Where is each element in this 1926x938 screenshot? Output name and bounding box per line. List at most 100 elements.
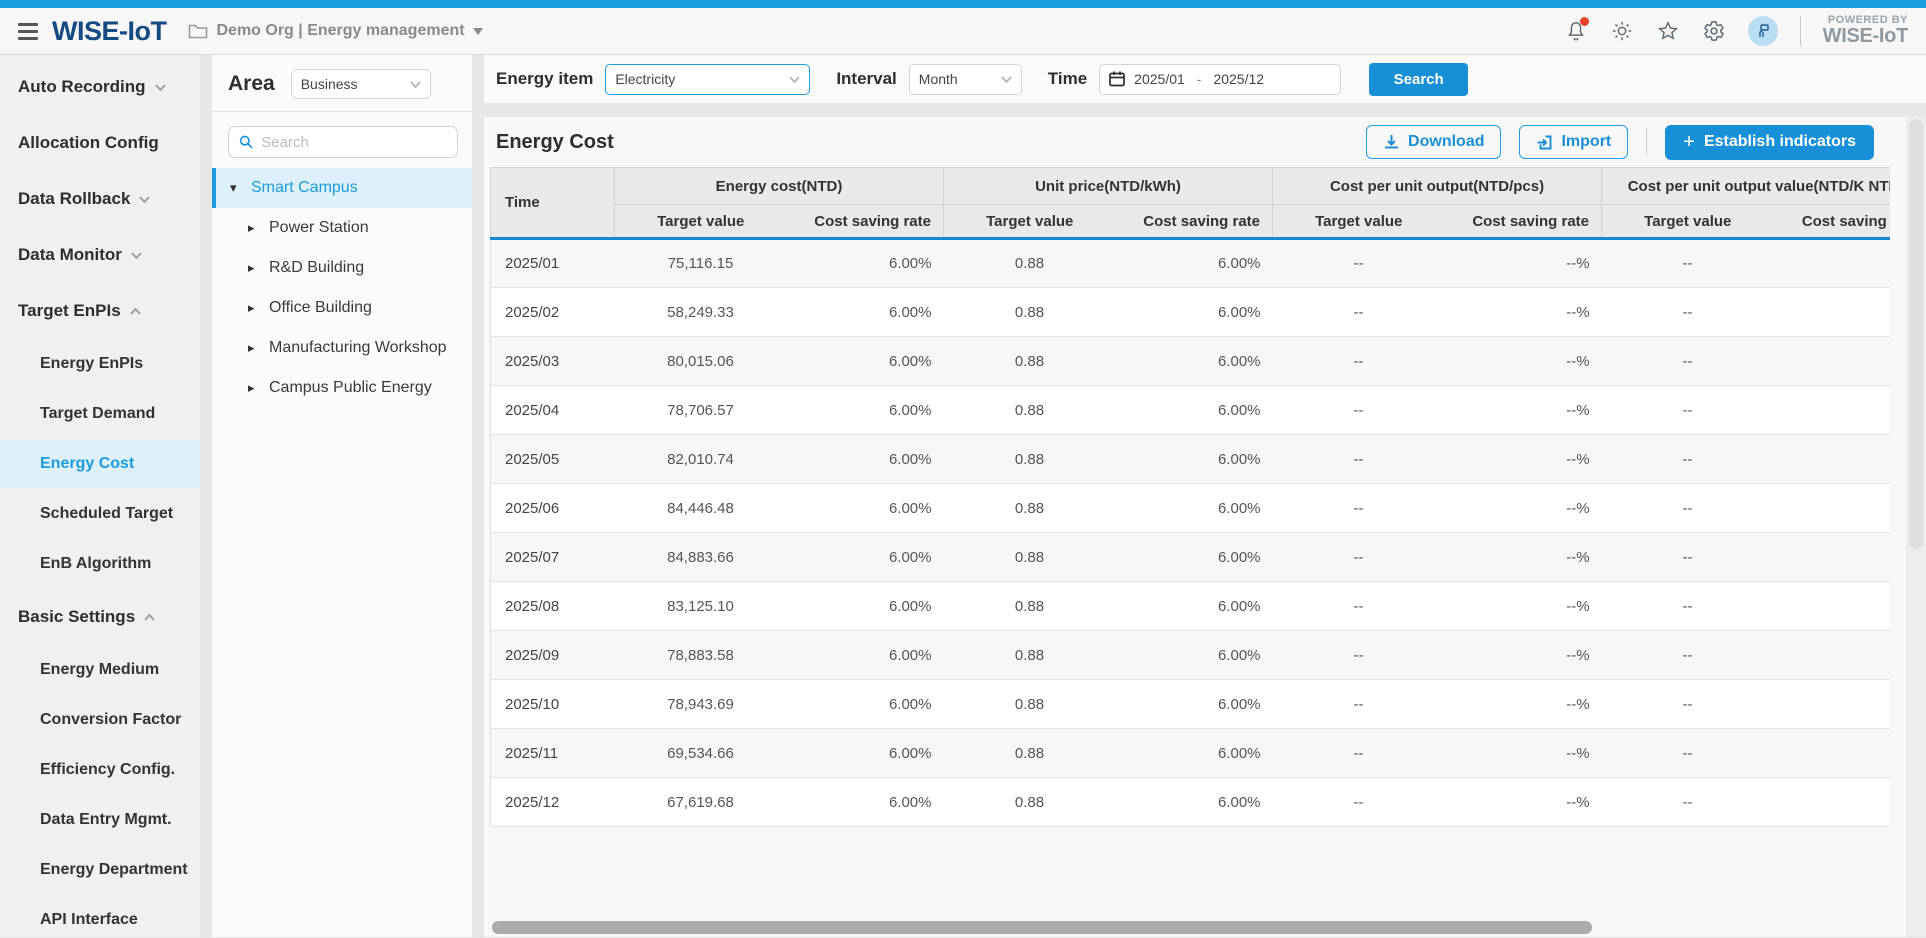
tree-node-label: Manufacturing Workshop xyxy=(269,339,447,357)
tree-node-office-building[interactable]: ▸ Office Building xyxy=(212,288,472,328)
sidebar-item-conversion-factor[interactable]: Conversion Factor xyxy=(0,695,200,745)
tree-caret-collapsed-icon[interactable]: ▸ xyxy=(248,220,260,236)
cell-cost-saving-rate: 6.00% xyxy=(1116,582,1273,631)
cell-cost-saving-rate: --% xyxy=(1445,337,1602,386)
user-avatar[interactable] xyxy=(1748,16,1778,46)
cell-cost-saving-rate: --% xyxy=(1774,729,1890,778)
folder-icon xyxy=(188,22,208,40)
energy-item-select[interactable]: Electricity xyxy=(605,64,810,95)
sidebar-item-label: Target EnPIs xyxy=(18,301,121,321)
powered-by: POWERED BY WISE-IoT xyxy=(1823,15,1908,48)
filter-bar: Energy item Electricity Interval Month T… xyxy=(484,55,1926,103)
time-label: Time xyxy=(1048,69,1087,89)
tree-caret-collapsed-icon[interactable]: ▸ xyxy=(248,300,260,316)
cell-time: 2025/04 xyxy=(491,386,615,435)
cell-cost-saving-rate: 6.00% xyxy=(1116,778,1273,827)
vertical-scrollbar-track[interactable] xyxy=(1906,117,1926,937)
import-button[interactable]: Import xyxy=(1519,125,1628,159)
cell-target-value: 82,010.74 xyxy=(615,435,787,484)
sidebar-item-auto-recording[interactable]: Auto Recording xyxy=(0,59,200,115)
energy-cost-table: Time Energy cost(NTD) Unit price(NTD/kWh… xyxy=(490,167,1890,827)
sidebar-item-target-enpis[interactable]: Target EnPIs xyxy=(0,283,200,339)
org-switcher[interactable]: Demo Org | Energy management xyxy=(188,22,482,40)
search-button[interactable]: Search xyxy=(1369,63,1468,96)
cell-target-value: -- xyxy=(1602,337,1774,386)
sidebar-item-label: Data Entry Mgmt. xyxy=(40,811,172,829)
sidebar-item-energy-enpis[interactable]: Energy EnPIs xyxy=(0,339,200,389)
sidebar-item-api-interface[interactable]: API Interface xyxy=(0,895,200,937)
tree-node-campus-public-energy[interactable]: ▸Campus Public Energy xyxy=(212,368,472,408)
brightness-icon[interactable] xyxy=(1610,19,1634,43)
cell-time: 2025/06 xyxy=(491,484,615,533)
cell-target-value: -- xyxy=(1602,729,1774,778)
establish-indicators-label: Establish indicators xyxy=(1704,133,1856,151)
app-header: WISE-IoT Demo Org | Energy management PO… xyxy=(0,8,1926,55)
sidebar-item-basic-settings[interactable]: Basic Settings xyxy=(0,589,200,645)
cell-cost-saving-rate: --% xyxy=(1445,435,1602,484)
tree-node-manufacturing-workshop[interactable]: ▸ Manufacturing Workshop xyxy=(212,328,472,368)
area-search-input[interactable] xyxy=(261,134,447,151)
interval-select[interactable]: Month xyxy=(909,64,1022,95)
cell-cost-saving-rate: 6.00% xyxy=(1116,631,1273,680)
sidebar-item-label: Efficiency Config. xyxy=(40,761,175,779)
tree-node-label: Office Building xyxy=(269,299,372,317)
cell-cost-saving-rate: --% xyxy=(1774,337,1890,386)
panel-gutter xyxy=(472,55,484,937)
sidebar-item-efficiency-config[interactable]: Efficiency Config. xyxy=(0,745,200,795)
cell-time: 2025/03 xyxy=(491,337,615,386)
cell-time: 2025/05 xyxy=(491,435,615,484)
cell-target-value: -- xyxy=(1273,582,1445,631)
hamburger-menu-icon[interactable] xyxy=(18,23,38,40)
cell-cost-saving-rate: --% xyxy=(1445,386,1602,435)
horizontal-scrollbar-thumb[interactable] xyxy=(492,921,1592,934)
cell-cost-saving-rate: --% xyxy=(1774,778,1890,827)
cell-target-value: 75,116.15 xyxy=(615,239,787,288)
notification-bell-icon[interactable] xyxy=(1564,19,1588,43)
sidebar-item-energy-department[interactable]: Energy Department xyxy=(0,845,200,895)
download-button[interactable]: Download xyxy=(1366,125,1501,159)
sidebar-item-data-entry-mgmt[interactable]: Data Entry Mgmt. xyxy=(0,795,200,845)
cell-time: 2025/02 xyxy=(491,288,615,337)
chevron-down-icon xyxy=(789,76,800,83)
cell-cost-saving-rate: --% xyxy=(1774,631,1890,680)
cell-cost-saving-rate: 6.00% xyxy=(787,337,944,386)
settings-gear-icon[interactable] xyxy=(1702,19,1726,43)
cell-cost-saving-rate: 6.00% xyxy=(787,288,944,337)
vertical-scrollbar-thumb[interactable] xyxy=(1909,119,1923,549)
cell-time: 2025/10 xyxy=(491,680,615,729)
sidebar-item-enb-algorithm[interactable]: EnB Algorithm xyxy=(0,539,200,589)
establish-indicators-button[interactable]: + Establish indicators xyxy=(1665,125,1874,160)
sidebar-item-energy-medium[interactable]: Energy Medium xyxy=(0,645,200,695)
tree-caret-collapsed-icon[interactable]: ▸ xyxy=(248,340,260,356)
tree-node-smart-campus[interactable]: ▾Smart Campus xyxy=(212,168,472,208)
cell-target-value: 67,619.68 xyxy=(615,778,787,827)
cell-time: 2025/11 xyxy=(491,729,615,778)
favorites-star-icon[interactable] xyxy=(1656,19,1680,43)
tree-node-power-station[interactable]: ▸Power Station xyxy=(212,208,472,248)
sidebar-item-data-rollback[interactable]: Data Rollback xyxy=(0,171,200,227)
sidebar-item-energy-cost[interactable]: Energy Cost xyxy=(0,439,200,489)
sidebar-nav: Auto RecordingAllocation ConfigData Roll… xyxy=(0,55,200,937)
tree-caret-expanded-icon[interactable]: ▾ xyxy=(230,180,242,196)
sidebar-item-scheduled-target[interactable]: Scheduled Target xyxy=(0,489,200,539)
sidebar-item-data-monitor[interactable]: Data Monitor xyxy=(0,227,200,283)
sidebar-item-target-demand[interactable]: Target Demand xyxy=(0,389,200,439)
cell-target-value: 0.88 xyxy=(944,533,1116,582)
cell-target-value: 78,883.58 xyxy=(615,631,787,680)
area-type-select[interactable]: Business xyxy=(291,69,431,99)
cell-target-value: 83,125.10 xyxy=(615,582,787,631)
tree-caret-collapsed-icon[interactable]: ▸ xyxy=(248,380,260,396)
cell-target-value: 0.88 xyxy=(944,239,1116,288)
area-search-box xyxy=(228,126,458,158)
cell-target-value: 0.88 xyxy=(944,778,1116,827)
cell-cost-saving-rate: --% xyxy=(1774,484,1890,533)
cell-target-value: -- xyxy=(1273,484,1445,533)
time-range-picker[interactable]: 2025/01 - 2025/12 xyxy=(1099,64,1341,95)
sidebar-item-label: Scheduled Target xyxy=(40,505,173,523)
tree-node-r-d-building[interactable]: ▸R&D Building xyxy=(212,248,472,288)
subcol-cost-saving-rate: Cost saving rate xyxy=(787,205,944,239)
cell-target-value: -- xyxy=(1273,239,1445,288)
sidebar-item-allocation-config[interactable]: Allocation Config xyxy=(0,115,200,171)
tree-caret-collapsed-icon[interactable]: ▸ xyxy=(248,260,260,276)
cell-time: 2025/12 xyxy=(491,778,615,827)
